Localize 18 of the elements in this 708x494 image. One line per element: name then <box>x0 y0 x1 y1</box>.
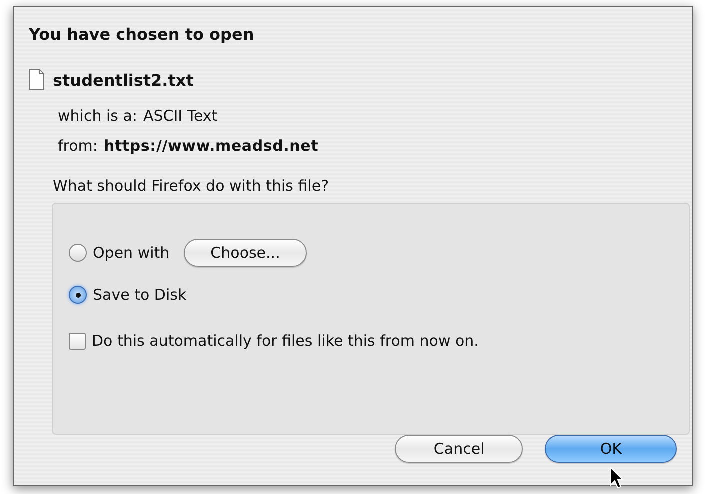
radio-button[interactable] <box>69 244 87 262</box>
radio-label: Open with <box>93 244 170 262</box>
pointer-icon <box>610 467 624 489</box>
dialog-heading: You have chosen to open <box>29 25 256 46</box>
file-type: ASCII Text <box>143 107 218 125</box>
checkbox[interactable] <box>69 332 86 350</box>
source-url: https://www.meadsd.net <box>104 137 319 155</box>
radio-button[interactable] <box>69 286 87 304</box>
file-type-label: which is a: <box>58 107 138 125</box>
source-label: from: <box>58 137 98 155</box>
radio-label: Save to Disk <box>93 286 187 304</box>
cancel-button[interactable]: Cancel <box>395 435 524 463</box>
file-name: studentlist2.txt <box>53 70 194 90</box>
document-icon <box>29 69 45 91</box>
choose-button[interactable]: Choose... <box>184 239 308 267</box>
ok-button[interactable]: OK <box>545 435 677 463</box>
question-text: What should Firefox do with this file? <box>53 177 330 197</box>
checkbox-label: Do this automatically for files like this from now on. <box>92 332 479 350</box>
